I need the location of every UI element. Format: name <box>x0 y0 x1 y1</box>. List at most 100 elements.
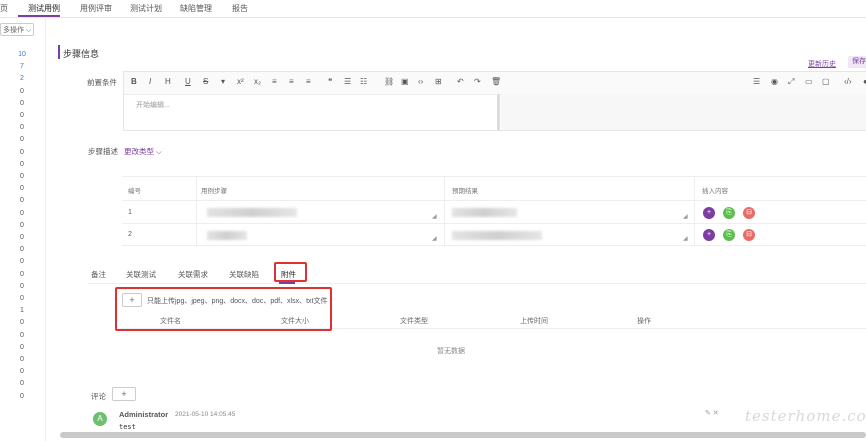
step-no: 2 <box>128 231 132 238</box>
add-step-icon[interactable]: + <box>703 207 715 219</box>
trash-icon[interactable]: 🗑 <box>491 77 501 86</box>
count-value: 0 <box>20 197 24 205</box>
align-center-icon[interactable]: ≡ <box>289 77 294 86</box>
precondition-label: 前置条件 <box>87 78 117 87</box>
underline-icon[interactable]: U <box>185 77 191 86</box>
ordered-list-icon[interactable]: ☰ <box>344 77 351 86</box>
col-expected-header: 预期结果 <box>452 188 478 195</box>
redo-icon[interactable]: ↷ <box>474 77 481 86</box>
row-divider <box>122 200 866 201</box>
heading-icon[interactable]: H <box>165 77 171 86</box>
count-value: 0 <box>20 209 24 217</box>
tab-case-review[interactable]: 用例评审 <box>80 3 112 14</box>
resize-handle-icon[interactable]: ◢ <box>683 235 688 242</box>
count-value: 0 <box>20 343 24 351</box>
tab-reports[interactable]: 报告 <box>232 3 248 14</box>
col-filetype-header: 文件类型 <box>400 318 428 325</box>
count-value: 0 <box>20 124 24 132</box>
subscript-icon[interactable]: x₂ <box>254 77 261 86</box>
delete-step-icon[interactable]: ⊟ <box>743 229 755 241</box>
step-expected-field[interactable] <box>452 231 542 240</box>
count-value: 0 <box>20 185 24 193</box>
add-step-icon[interactable]: + <box>703 229 715 241</box>
read-mode-icon[interactable]: ▭ <box>805 77 813 86</box>
tab-related-defects[interactable]: 关联缺陷 <box>229 269 259 280</box>
col-actions-header: 操作 <box>637 318 651 325</box>
history-link[interactable]: 更新历史 <box>808 59 836 69</box>
chevron-down-icon: ⌵ <box>156 147 162 156</box>
count-value: 0 <box>20 148 24 156</box>
step-expected-field[interactable] <box>452 208 517 217</box>
unordered-list-icon[interactable]: ☷ <box>360 77 367 86</box>
fullscreen-icon[interactable]: ⤢ <box>788 77 794 87</box>
precondition-editor[interactable]: B I H U S ▾ x² x₂ ≡ ≡ ≡ ❝ ☰ ☷ ⛓ ▣ ‹› ⊞ ↶… <box>123 71 866 131</box>
tab-defects[interactable]: 缺陷管理 <box>180 3 212 14</box>
menu-icon[interactable]: ☰ <box>753 77 760 86</box>
empty-state: 暂无数据 <box>437 348 465 355</box>
count-value: 0 <box>20 331 24 339</box>
tab-related-requirements[interactable]: 关联需求 <box>178 269 208 280</box>
section-accent-bar <box>58 45 60 59</box>
split-view-icon[interactable]: ▢ <box>822 77 830 86</box>
preview-icon[interactable]: ◉ <box>771 77 778 86</box>
count-value[interactable]: 2 <box>14 75 30 82</box>
col-divider <box>196 177 197 246</box>
count-value: 0 <box>20 160 24 168</box>
code-icon[interactable]: ‹› <box>418 77 423 86</box>
copy-step-icon[interactable]: ⎘ <box>723 229 735 241</box>
align-right-icon[interactable]: ≡ <box>306 77 311 86</box>
quote-icon[interactable]: ❝ <box>328 77 332 86</box>
count-value: 0 <box>20 112 24 119</box>
resize-handle-icon[interactable]: ◢ <box>432 235 437 242</box>
superscript-icon[interactable]: x² <box>237 77 244 86</box>
save-button[interactable]: 保存 <box>848 56 866 68</box>
horizontal-scrollbar[interactable] <box>60 432 866 438</box>
step-mode-label: 更改类型 <box>124 147 154 156</box>
tab-remarks[interactable]: 备注 <box>91 269 106 280</box>
copy-step-icon[interactable]: ⎘ <box>723 207 735 219</box>
bold-icon[interactable]: B <box>131 77 137 86</box>
tabs-baseline <box>88 283 866 284</box>
strikethrough-icon[interactable]: S <box>203 77 208 86</box>
step-mode-select[interactable]: 更改类型 ⌵ <box>124 146 162 157</box>
table-icon[interactable]: ⊞ <box>435 77 442 86</box>
link-icon[interactable]: ⛓ <box>384 77 394 86</box>
tab-test-cases[interactable]: 测试用例 <box>28 3 60 14</box>
resize-handle-icon[interactable]: ◢ <box>432 213 437 220</box>
add-comment-button[interactable]: + <box>112 387 136 401</box>
image-icon[interactable]: ▣ <box>401 77 409 86</box>
comment-time: 2021-05-10 14:05:45 <box>175 411 236 418</box>
editor-divider <box>497 94 500 130</box>
editor-toolbar: B I H U S ▾ x² x₂ ≡ ≡ ≡ ❝ ☰ ☷ ⛓ ▣ ‹› ⊞ ↶… <box>124 72 866 95</box>
edit-delete-icon[interactable]: ✎ ✕ <box>705 409 719 417</box>
count-value: 0 <box>20 87 24 95</box>
tab-test-plan[interactable]: 测试计划 <box>130 3 162 14</box>
bookmark-icon[interactable]: ▾ <box>221 77 225 86</box>
comments-label: 评论 <box>91 392 106 401</box>
row-divider <box>122 245 866 246</box>
count-value: 1 <box>20 307 24 315</box>
tab-project[interactable]: 页 <box>0 3 8 14</box>
count-value: 0 <box>20 221 24 229</box>
count-value: 0 <box>20 234 24 241</box>
source-code-icon[interactable]: ‹/› <box>844 77 852 86</box>
delete-step-icon[interactable]: ⊟ <box>743 207 755 219</box>
more-ops-button[interactable]: 多操作 ⌵ <box>0 23 34 36</box>
align-left-icon[interactable]: ≡ <box>272 77 277 86</box>
count-value: 0 <box>20 282 24 290</box>
col-upload-time-header: 上传时间 <box>520 318 548 325</box>
count-value[interactable]: 10 <box>14 51 30 58</box>
step-desc-field[interactable] <box>207 208 297 217</box>
count-value: 0 <box>20 136 24 144</box>
highlight-box-upload <box>115 287 332 331</box>
col-divider <box>444 177 445 246</box>
tab-related-tests[interactable]: 关联测试 <box>126 269 156 280</box>
count-value: 0 <box>20 392 24 400</box>
count-value[interactable]: 7 <box>14 63 30 70</box>
italic-icon[interactable]: I <box>149 77 151 86</box>
undo-icon[interactable]: ↶ <box>457 77 464 86</box>
step-desc-field[interactable] <box>207 231 247 240</box>
resize-handle-icon[interactable]: ◢ <box>683 213 688 220</box>
comment-text: test <box>119 423 136 431</box>
editor-placeholder: 开始编辑... <box>136 102 170 109</box>
